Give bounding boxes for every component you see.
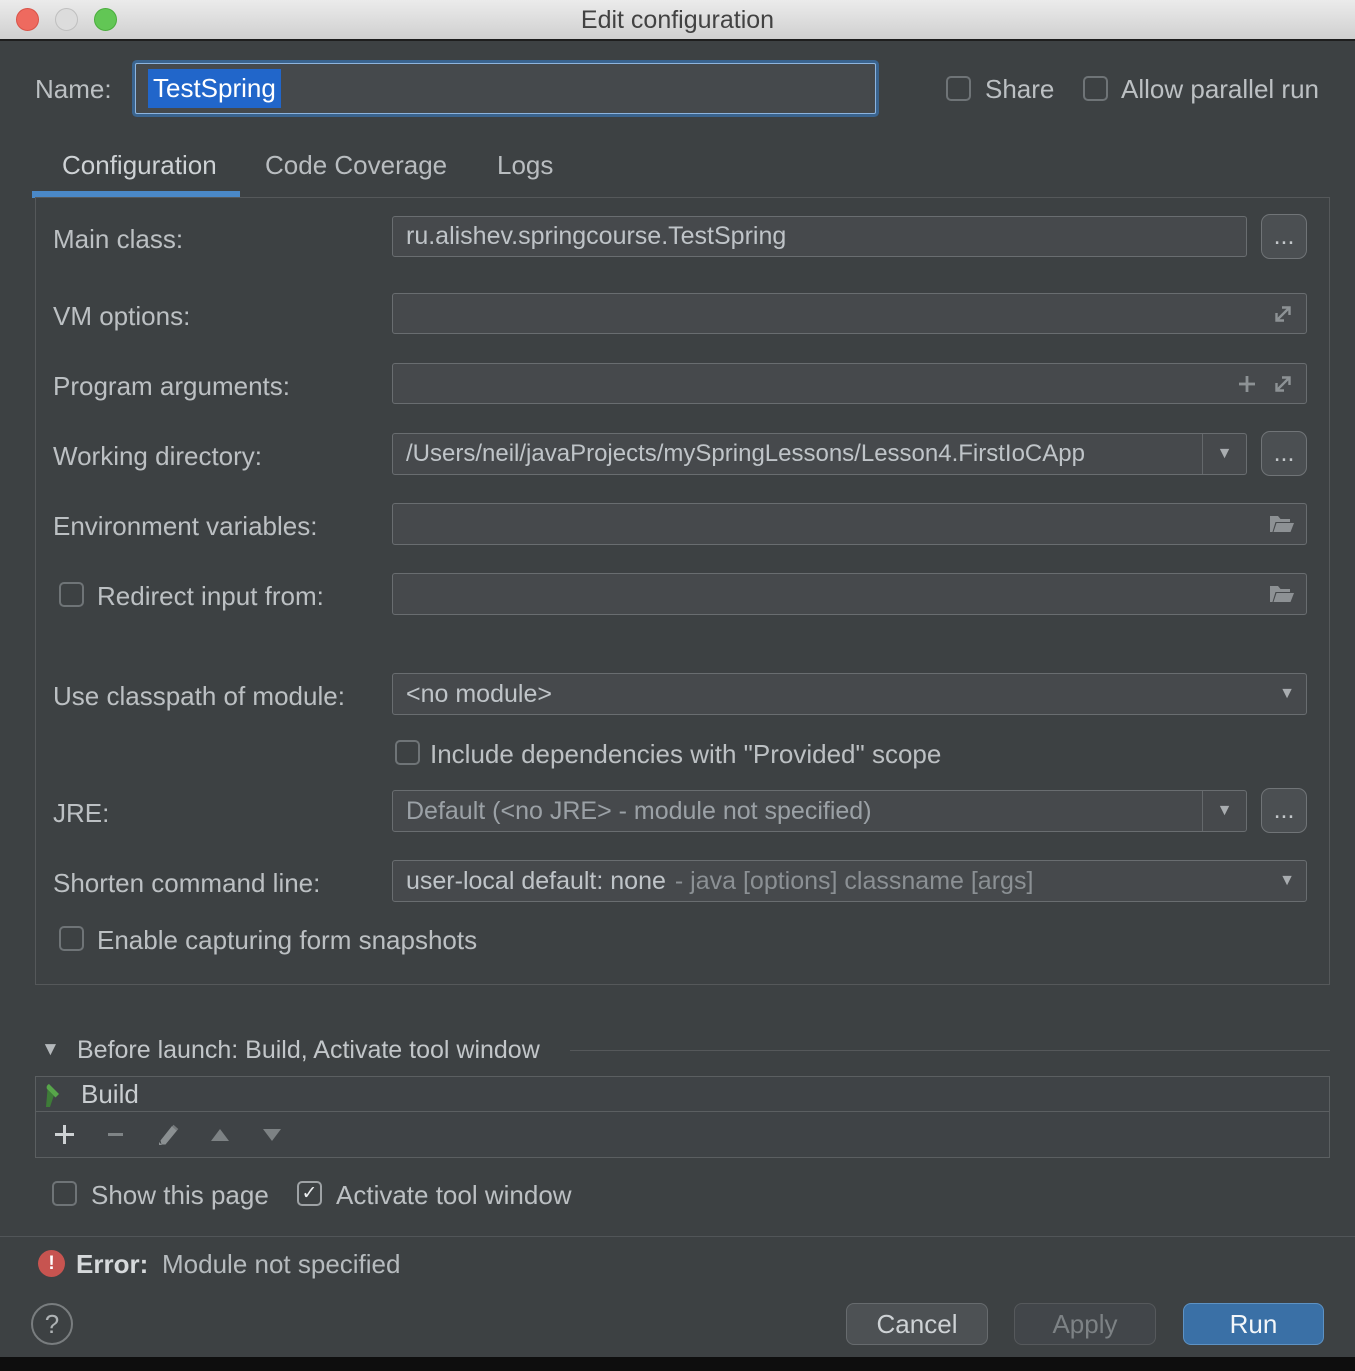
before-launch-header[interactable]: Before launch: Build, Activate tool wind… [77,1036,540,1065]
name-value-selected-text: TestSpring [148,69,281,108]
shorten-command-line-label: Shorten command line: [53,868,320,899]
redirect-input-input[interactable] [392,573,1307,615]
before-launch-toolbar [36,1112,1329,1157]
environment-variables-label: Environment variables: [53,511,317,542]
enable-capturing-checkbox[interactable] [59,926,84,951]
activate-tool-window-checkbox[interactable]: ✓ [297,1181,322,1206]
working-directory-combobox[interactable]: /Users/neil/javaProjects/mySpringLessons… [392,433,1247,475]
error-message: Module not specified [162,1249,400,1280]
edit-icon[interactable] [157,1123,209,1146]
name-input[interactable]: TestSpring [135,63,876,114]
working-directory-label: Working directory: [53,441,262,472]
apply-button[interactable]: Apply [1014,1303,1156,1345]
show-this-page-checkbox[interactable] [52,1181,77,1206]
add-icon[interactable] [53,1123,105,1146]
help-button[interactable]: ? [31,1303,73,1345]
main-class-label: Main class: [53,224,183,255]
vm-options-label: VM options: [53,301,190,332]
main-class-input[interactable]: ru.alishev.springcourse.TestSpring [392,216,1247,257]
list-item-build[interactable]: Build [36,1077,1329,1112]
use-classpath-value: <no module> [406,680,552,709]
error-prefix: Error: [76,1249,148,1280]
edit-configuration-dialog: Edit configuration Name: TestSpring Shar… [0,0,1355,1371]
chevron-down-icon: ▼ [1217,446,1233,462]
folder-icon[interactable] [1269,583,1295,605]
list-item-label: Build [81,1079,139,1110]
remove-icon[interactable] [105,1124,157,1145]
include-provided-label[interactable]: Include dependencies with "Provided" sco… [430,739,941,770]
environment-variables-input[interactable] [392,503,1307,545]
titlebar: Edit configuration [0,0,1355,41]
main-class-browse-button[interactable]: ... [1261,214,1307,259]
main-class-value: ru.alishev.springcourse.TestSpring [406,222,786,251]
chevron-down-icon: ▼ [1217,803,1233,819]
jre-dropdown[interactable]: ▼ [1202,791,1246,831]
shorten-command-line-hint: - java [options] classname [args] [675,867,1034,896]
working-directory-value: /Users/neil/javaProjects/mySpringLessons… [406,440,1085,468]
show-this-page-label[interactable]: Show this page [91,1180,269,1211]
jre-browse-button[interactable]: ... [1261,788,1307,833]
expand-icon[interactable] [1271,372,1295,396]
collapse-triangle-icon[interactable]: ▼ [41,1039,60,1061]
allow-parallel-run-checkbox[interactable] [1083,76,1108,101]
window-title: Edit configuration [0,6,1355,35]
jre-label: JRE: [53,798,109,829]
working-directory-dropdown[interactable]: ▼ [1202,434,1246,474]
allow-parallel-run-label[interactable]: Allow parallel run [1121,74,1319,105]
name-label: Name: [35,74,112,105]
run-button[interactable]: Run [1183,1303,1324,1345]
share-label[interactable]: Share [985,74,1054,105]
error-icon: ! [38,1250,65,1277]
share-checkbox[interactable] [946,76,971,101]
jre-value: Default (<no JRE> - module not specified… [406,797,872,826]
chevron-down-icon: ▼ [1279,686,1295,702]
folder-icon[interactable] [1269,513,1295,535]
use-classpath-combobox[interactable]: <no module> ▼ [392,673,1307,715]
window-bottom-edge [0,1357,1355,1371]
hammer-icon [43,1081,70,1108]
enable-capturing-label[interactable]: Enable capturing form snapshots [97,925,477,956]
plus-icon[interactable] [1235,372,1259,396]
move-down-icon[interactable] [261,1127,313,1143]
activate-tool-window-label[interactable]: Activate tool window [336,1180,572,1211]
working-directory-browse-button[interactable]: ... [1261,431,1307,476]
shorten-command-line-value: user-local default: none [406,867,666,896]
tab-logs[interactable]: Logs [497,150,553,181]
redirect-input-label[interactable]: Redirect input from: [97,581,324,612]
program-arguments-input[interactable] [392,363,1307,404]
use-classpath-label: Use classpath of module: [53,681,345,712]
chevron-down-icon: ▼ [1279,873,1295,889]
cancel-button[interactable]: Cancel [846,1303,988,1345]
program-arguments-label: Program arguments: [53,371,290,402]
include-provided-checkbox[interactable] [395,740,420,765]
footer-divider [0,1236,1355,1237]
jre-combobox[interactable]: Default (<no JRE> - module not specified… [392,790,1247,832]
tab-configuration[interactable]: Configuration [62,150,217,181]
before-launch-list: Build [35,1076,1330,1158]
move-up-icon[interactable] [209,1127,261,1143]
shorten-command-line-combobox[interactable]: user-local default: none - java [options… [392,860,1307,902]
vm-options-input[interactable] [392,293,1307,334]
tab-code-coverage[interactable]: Code Coverage [265,150,447,181]
redirect-input-checkbox[interactable] [59,582,84,607]
check-icon: ✓ [302,1184,318,1203]
before-launch-separator [570,1050,1330,1051]
expand-icon[interactable] [1271,302,1295,326]
